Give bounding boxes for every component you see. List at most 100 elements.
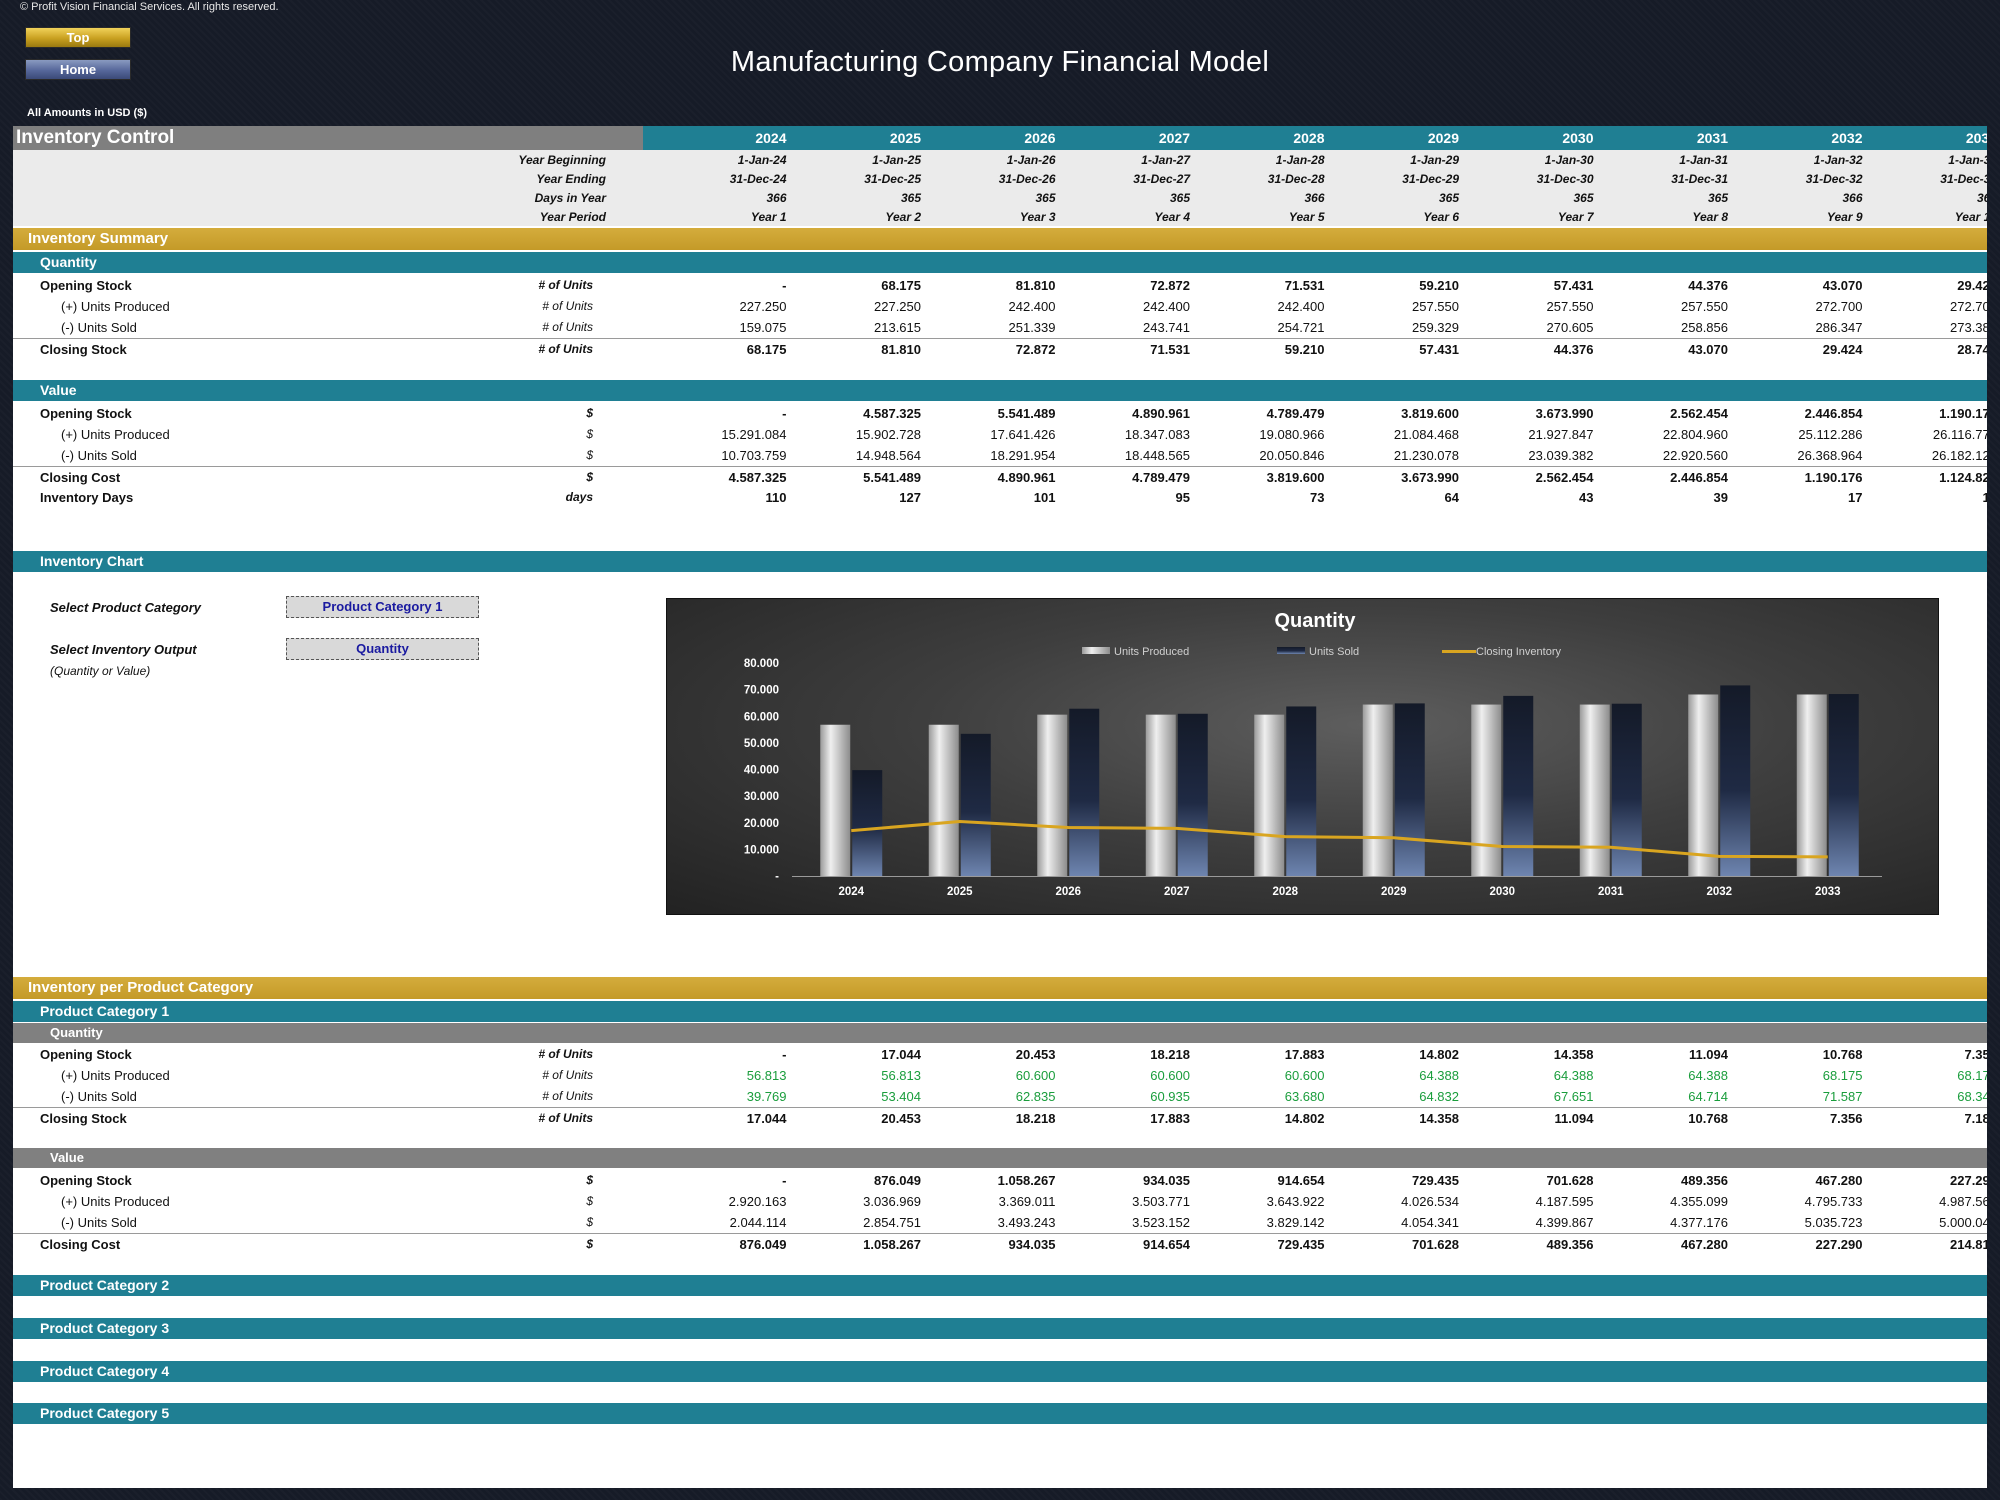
table-cell: 56.813 xyxy=(746,1068,787,1084)
table-cell: 254.721 xyxy=(1277,320,1325,336)
table-cell: 21.927.847 xyxy=(1528,427,1594,443)
table-cell: 72.872 xyxy=(1015,341,1056,357)
table-cell: 14.358 xyxy=(1419,1110,1459,1126)
x-tick-label: 2026 xyxy=(1055,886,1081,898)
table-cell: 26.116.777 xyxy=(1932,427,1987,443)
table-cell: 272.700 xyxy=(1815,299,1863,315)
bar-units-sold xyxy=(1720,685,1751,876)
bar-units-sold xyxy=(1828,694,1859,876)
y-tick-label: - xyxy=(775,871,779,883)
table-cell: 44.376 xyxy=(1688,278,1728,293)
table-cell: 60.600 xyxy=(1015,1068,1056,1084)
y-tick-label: 20.000 xyxy=(744,818,779,830)
table-row: (-) Units Sold $2.044.114 2.854.751 3.493.2… xyxy=(13,1212,1987,1233)
table-cell: 14.358 xyxy=(1553,1047,1594,1062)
sheet-title: Inventory Control xyxy=(13,126,643,150)
timing-cell: 1-Jan-26 xyxy=(1006,153,1056,167)
x-tick-label: 2033 xyxy=(1815,886,1841,898)
timing-cell: 31-Dec-28 xyxy=(1267,172,1325,186)
year-header-cell: 2033 xyxy=(1965,130,1987,146)
table-cell: - xyxy=(782,278,787,293)
table-cell: 29.424 xyxy=(1822,341,1863,357)
table-cell: 5.000.042 xyxy=(1939,1215,1987,1231)
table-cell: 1.190.176 xyxy=(1804,469,1863,485)
row-unit: $ xyxy=(586,1236,593,1251)
timing-row: Year Ending 31-Dec-24 31-Dec-25 31-Dec-26 31… xyxy=(13,170,1987,189)
table-cell: 60.935 xyxy=(1150,1089,1190,1105)
row-unit: # of Units xyxy=(538,1047,593,1061)
bar-units-produced xyxy=(1254,714,1285,876)
table-row: Opening Stock # of Units - 68.175 81.810 72.8… xyxy=(13,275,1987,296)
product-category-select[interactable]: Product Category 1 xyxy=(286,596,479,618)
table-cell: 14.948.564 xyxy=(855,448,921,464)
bar-units-sold xyxy=(852,770,883,876)
legend-label: Units Sold xyxy=(1309,646,1359,658)
x-tick-label: 2031 xyxy=(1598,886,1624,898)
timing-cell: Year 2 xyxy=(885,210,921,224)
table-cell: 43.070 xyxy=(1822,278,1863,293)
table-cell: 4.890.961 xyxy=(997,469,1056,485)
table-row: (+) Units Produced $2.920.163 3.036.969 3.3… xyxy=(13,1191,1987,1212)
table-cell: 3.523.152 xyxy=(1132,1215,1190,1231)
row-label: (+) Units Produced xyxy=(61,299,170,315)
table-cell: 81.810 xyxy=(1015,278,1056,293)
table-cell: 729.435 xyxy=(1277,1236,1325,1252)
table-cell: 15.902.728 xyxy=(855,427,921,443)
table-cell: 20.050.846 xyxy=(1259,448,1325,464)
table-cell: 286.347 xyxy=(1815,320,1863,336)
year-header-row: Inventory Control 2024 2025 2026 2027 2028 20… xyxy=(13,126,1987,150)
top-button[interactable]: Top xyxy=(25,27,131,48)
table-row: (-) Units Sold # of Units 159.075 213.615 25… xyxy=(13,317,1987,338)
select-category-label: Select Product Category xyxy=(50,600,201,615)
y-tick-label: 40.000 xyxy=(744,765,779,777)
table-cell: 72.872 xyxy=(1150,278,1190,293)
table-cell: 43 xyxy=(1579,490,1594,505)
timing-cell: Year 6 xyxy=(1423,210,1459,224)
table-cell: 934.035 xyxy=(1008,1236,1056,1252)
table-cell: 10.768 xyxy=(1688,1110,1728,1126)
table-cell: 44.376 xyxy=(1553,341,1594,357)
timing-cell: 365 xyxy=(1169,191,1190,205)
table-cell: 213.615 xyxy=(874,320,921,336)
timing-cell: 366 xyxy=(766,191,787,205)
timing-cell: Year 7 xyxy=(1557,210,1594,224)
table-cell: 64.388 xyxy=(1419,1068,1459,1084)
table-cell: 4.789.479 xyxy=(1266,406,1325,421)
timing-row: Year Period Year 1 Year 2 Year 3 Year 4 Year … xyxy=(13,208,1987,227)
inventory-chart: Quantity Units Produced Units Sold Closing … xyxy=(666,598,1939,915)
y-tick-label: 80.000 xyxy=(744,658,779,670)
table-cell: 3.036.969 xyxy=(863,1194,921,1210)
table-cell: 3.673.990 xyxy=(1535,406,1594,421)
table-cell: 257.550 xyxy=(1546,299,1594,315)
year-header-cell: 2031 xyxy=(1696,130,1728,146)
inventory-chart-svg: Quantity Units Produced Units Sold Closing … xyxy=(744,610,1882,898)
row-label: (+) Units Produced xyxy=(61,427,170,443)
table-cell: 2.044.114 xyxy=(729,1215,787,1231)
table-row: (+) Units Produced # of Units 56.813 56.813… xyxy=(13,1065,1987,1086)
table-cell: 3.673.990 xyxy=(1401,469,1459,485)
timing-block: Year Beginning 1-Jan-24 1-Jan-25 1-Jan-26 1-… xyxy=(13,150,1987,226)
row-label: Inventory Days xyxy=(40,490,134,505)
table-cell: 270.605 xyxy=(1546,320,1594,336)
table-cell: 1.124.828 xyxy=(1939,469,1987,485)
table-cell: 18.347.083 xyxy=(1124,427,1190,443)
table-cell: 68.175 xyxy=(1957,1068,1987,1084)
timing-cell: 1-Jan-24 xyxy=(737,153,787,167)
table-cell: 64.388 xyxy=(1688,1068,1728,1084)
inventory-sheet: Inventory Control 2024 2025 2026 2027 2028 20… xyxy=(13,126,1987,1488)
row-label: Opening Stock xyxy=(40,406,132,421)
table-cell: 29.424 xyxy=(1957,278,1987,293)
y-tick-label: 30.000 xyxy=(744,791,779,803)
inventory-output-select[interactable]: Quantity xyxy=(286,638,479,660)
timing-cell: 31-Dec-26 xyxy=(998,172,1056,186)
table-cell: 11.094 xyxy=(1554,1110,1594,1126)
table-cell: 5.541.489 xyxy=(863,469,921,485)
table-cell: 43.070 xyxy=(1688,341,1728,357)
table-cell: 10.768 xyxy=(1822,1047,1863,1062)
line-closing-inventory xyxy=(851,820,1828,859)
table-row: Opening Stock $ - 4.587.325 5.541.489 4.890.9… xyxy=(13,403,1987,424)
legend-swatch xyxy=(1082,647,1110,654)
summary-value-header: Value xyxy=(13,380,1987,401)
table-cell: 876.049 xyxy=(739,1236,787,1252)
row-label: Opening Stock xyxy=(40,1173,132,1188)
